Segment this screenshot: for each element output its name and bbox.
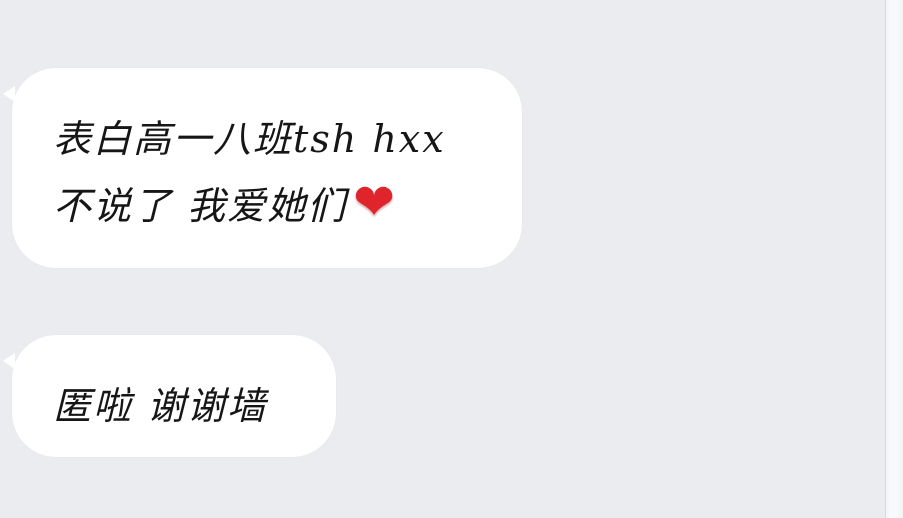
scrollbar-thumb[interactable] <box>889 0 899 518</box>
bubble-tail <box>3 86 15 102</box>
message-text-line-with-emoji: 不说了 我爱她们 ❤ <box>53 174 409 230</box>
scrollbar-track[interactable] <box>885 0 903 518</box>
chat-message-list[interactable]: 表白高一八班tsh hxx 不说了 我爱她们 ❤ 匿啦 谢谢墙 <box>0 0 886 518</box>
incoming-message-bubble[interactable]: 表白高一八班tsh hxx 不说了 我爱她们 ❤ <box>3 68 522 268</box>
heart-emoji-icon: ❤ <box>353 173 397 231</box>
incoming-message-bubble[interactable]: 匿啦 谢谢墙 <box>3 335 336 457</box>
bubble-tail <box>3 353 15 369</box>
message-text-line: 表白高一八班tsh hxx <box>53 117 446 161</box>
message-text-line: 匿啦 谢谢墙 <box>53 384 268 428</box>
message-text: 不说了 我爱她们 <box>53 183 348 228</box>
